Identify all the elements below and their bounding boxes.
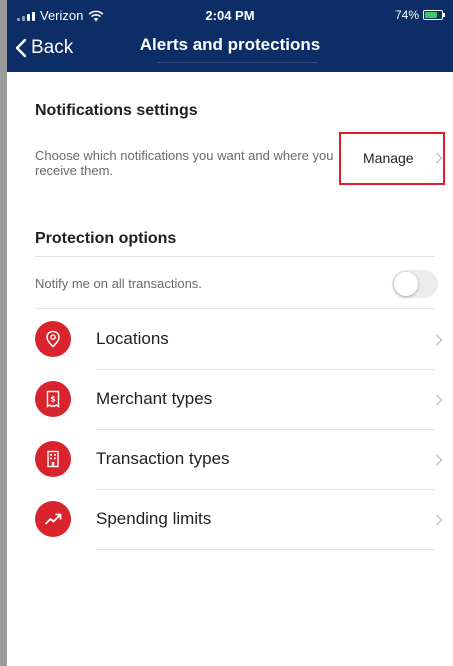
page-title: Alerts and protections [139,35,321,54]
divider [35,256,435,257]
toggle-knob [394,272,418,296]
app-header: Verizon 2:04 PM 74% Back Alerts and prot… [7,0,453,72]
list-item-spending-limits[interactable]: Spending limits [7,490,453,550]
svg-text:$: $ [50,395,56,404]
building-icon [35,441,71,477]
notify-all-toggle[interactable] [392,270,438,298]
manage-button[interactable]: Manage [339,132,445,185]
nav-bar: Back Alerts and protections [7,28,453,68]
list-item-label: Locations [96,329,169,348]
chevron-right-icon [435,394,443,406]
manage-label: Manage [363,150,414,166]
list-item-label: Spending limits [96,509,212,528]
notify-all-label: Notify me on all transactions. [35,276,202,291]
list-item-label: Transaction types [96,449,230,468]
notifications-heading: Notifications settings [35,102,198,119]
status-right: 74% [394,8,445,22]
battery-percent: 74% [394,8,419,22]
left-edge-bar [0,0,7,666]
chevron-right-icon [435,454,443,466]
list-item-merchant-types[interactable]: $ Merchant types [7,370,453,430]
divider [35,308,435,309]
protection-heading: Protection options [35,230,177,247]
location-pin-icon [35,321,71,357]
list-item-transaction-types[interactable]: Transaction types [7,430,453,490]
list-item-locations[interactable]: Locations [7,310,453,370]
battery-fill [425,12,437,18]
list-item-label: Merchant types [96,389,213,408]
status-bar: Verizon 2:04 PM 74% [7,0,453,26]
trend-up-icon [35,501,71,537]
title-underline [157,62,317,63]
divider [96,549,435,550]
chevron-right-icon [435,334,443,346]
receipt-icon: $ [35,381,71,417]
notifications-description: Choose which notifications you want and … [35,148,334,178]
chevron-right-icon [435,514,443,526]
status-time: 2:04 PM [205,8,255,23]
battery-icon [423,10,445,20]
chevron-right-icon [435,152,443,164]
